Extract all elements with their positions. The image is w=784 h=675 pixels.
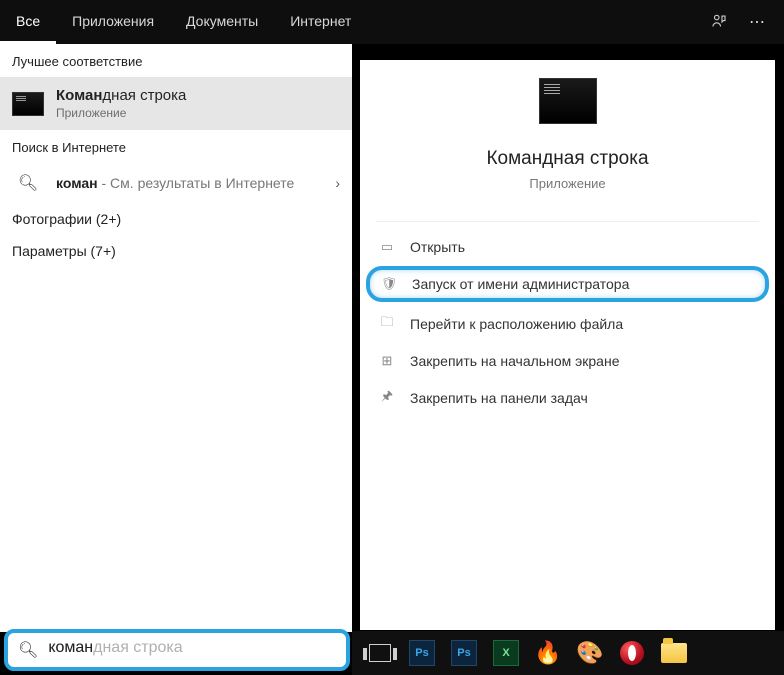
- task-view-icon: [369, 644, 391, 662]
- web-search-term: коман: [56, 175, 98, 191]
- flame-icon: 🔥: [534, 640, 561, 666]
- taskbar: Ps Ps X 🔥 🎨: [352, 631, 784, 675]
- folder-open-icon: 🗀: [378, 313, 396, 335]
- feedback-icon[interactable]: [702, 5, 736, 39]
- search-input[interactable]: [48, 639, 336, 661]
- details-pane: Командная строка Приложение ▭ Открыть 🛡︎…: [360, 60, 775, 630]
- section-web-search: Поиск в Интернете: [0, 130, 352, 163]
- pin-start-icon: ⊞: [378, 353, 396, 369]
- taskbar-burn[interactable]: 🔥: [528, 633, 568, 673]
- action-run-admin-label: Запуск от имени администратора: [412, 276, 629, 292]
- divider: [376, 221, 759, 222]
- app-subtitle: Приложение: [360, 176, 775, 191]
- best-match-subtitle: Приложение: [56, 106, 186, 120]
- action-open-label: Открыть: [410, 239, 465, 255]
- action-open-location-label: Перейти к расположению файла: [410, 316, 623, 332]
- app-title: Командная строка: [360, 148, 775, 170]
- best-match-rest: дная строка: [102, 87, 186, 104]
- start-search-panel: Все Приложения Документы Интернет Другие…: [0, 0, 352, 632]
- section-best-match: Лучшее соответствие: [0, 44, 352, 77]
- app-hero: Командная строка Приложение: [360, 60, 775, 213]
- search-results: Лучшее соответствие Командная строка При…: [0, 44, 352, 632]
- cmd-icon: [12, 92, 44, 116]
- web-search-sub: - См. результаты в Интернете: [98, 175, 295, 191]
- action-pin-start-label: Закрепить на начальном экране: [410, 353, 620, 369]
- search-icon: 🔍︎: [18, 640, 38, 660]
- tab-all[interactable]: Все: [0, 0, 56, 44]
- action-run-admin[interactable]: 🛡︎ Запуск от имени администратора: [366, 266, 769, 302]
- best-match-highlight: Коман: [56, 87, 102, 104]
- more-icon[interactable]: ⋯: [740, 5, 774, 39]
- photoshop-icon: Ps: [409, 640, 435, 666]
- best-match-text: Командная строка Приложение: [56, 87, 186, 120]
- cmd-icon-large: [539, 78, 597, 124]
- pin-taskbar-icon: 🖈︎: [378, 387, 396, 409]
- tab-docs[interactable]: Документы: [170, 0, 274, 44]
- header-right: ⋯: [352, 0, 784, 44]
- open-icon: ▭: [378, 239, 396, 255]
- search-box[interactable]: 🔍︎ командная строка коман: [4, 629, 350, 671]
- excel-icon: X: [493, 640, 519, 666]
- category-settings[interactable]: Параметры (7+): [0, 235, 352, 267]
- best-match-item[interactable]: Командная строка Приложение: [0, 77, 352, 130]
- action-pin-start[interactable]: ⊞ Закрепить на начальном экране: [360, 344, 775, 378]
- search-tabs: Все Приложения Документы Интернет Другие…: [0, 0, 352, 44]
- taskbar-explorer[interactable]: [654, 633, 694, 673]
- palette-icon: 🎨: [576, 640, 603, 666]
- admin-icon: 🛡︎: [380, 276, 398, 292]
- taskbar-photoshop-1[interactable]: Ps: [402, 633, 442, 673]
- opera-icon: [620, 641, 644, 665]
- category-photos[interactable]: Фотографии (2+): [0, 203, 352, 235]
- action-pin-taskbar-label: Закрепить на панели задач: [410, 390, 588, 406]
- chevron-right-icon: ›: [335, 175, 340, 191]
- task-view-button[interactable]: [360, 633, 400, 673]
- taskbar-opera[interactable]: [612, 633, 652, 673]
- search-icon: 🔍︎: [12, 173, 44, 193]
- web-search-item[interactable]: 🔍︎ коман - См. результаты в Интернете ›: [0, 163, 352, 203]
- photoshop-icon: Ps: [451, 640, 477, 666]
- taskbar-paint[interactable]: 🎨: [570, 633, 610, 673]
- folder-icon: [661, 643, 687, 663]
- action-open[interactable]: ▭ Открыть: [360, 230, 775, 264]
- tab-apps[interactable]: Приложения: [56, 0, 170, 44]
- action-pin-taskbar[interactable]: 🖈︎ Закрепить на панели задач: [360, 378, 775, 418]
- action-open-location[interactable]: 🗀 Перейти к расположению файла: [360, 304, 775, 344]
- taskbar-excel[interactable]: X: [486, 633, 526, 673]
- taskbar-photoshop-2[interactable]: Ps: [444, 633, 484, 673]
